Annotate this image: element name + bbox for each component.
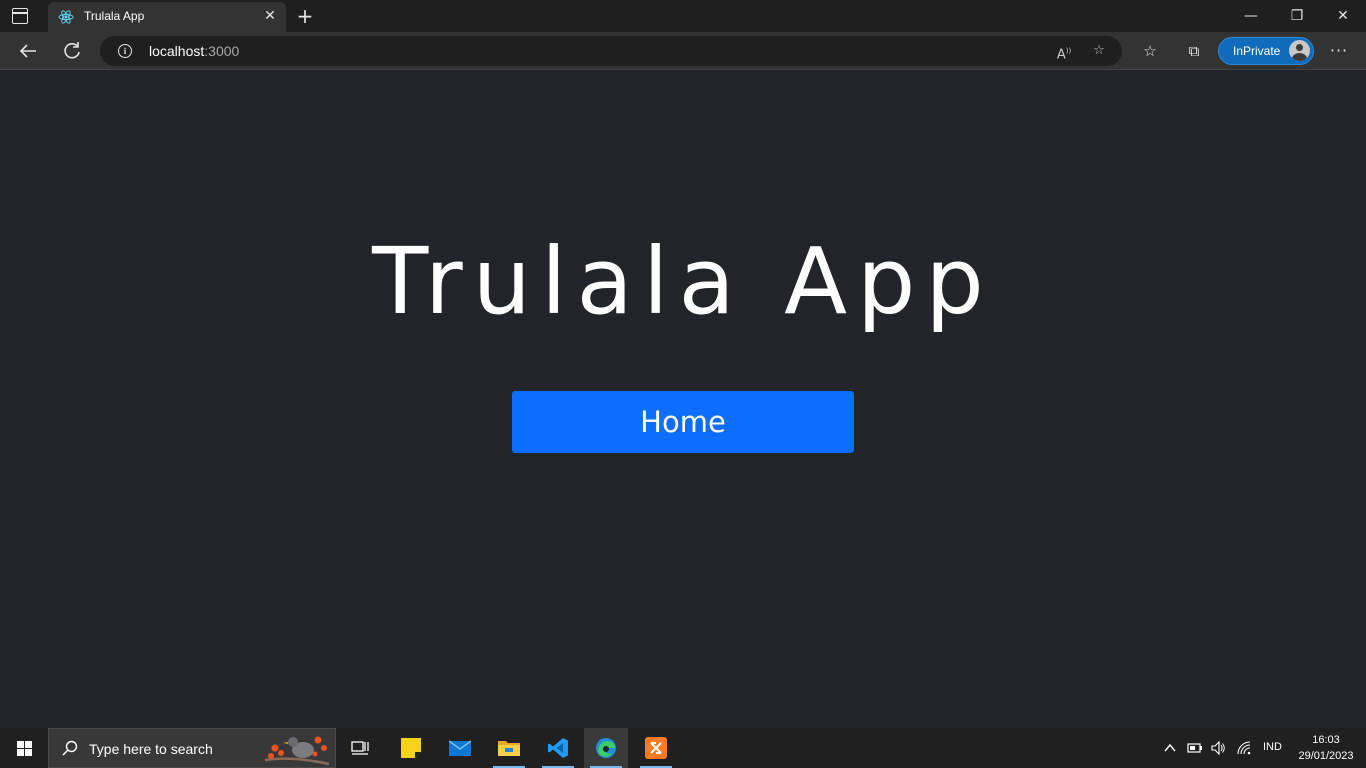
address-bar[interactable]: i localhost:3000 A)) ☆ bbox=[100, 36, 1122, 66]
windows-logo-icon bbox=[17, 741, 32, 756]
clock-time: 16:03 bbox=[1312, 734, 1340, 746]
windows-taskbar: Type here to search IND 16:03 29/01/2023 bbox=[0, 728, 1366, 768]
favorites-icon[interactable]: ☆ bbox=[1139, 40, 1161, 62]
sticky-notes-icon bbox=[401, 738, 421, 758]
folder-icon bbox=[498, 741, 520, 756]
edge-icon bbox=[596, 738, 616, 758]
url-host: localhost bbox=[149, 43, 205, 59]
xampp-button[interactable] bbox=[634, 728, 678, 768]
file-explorer-button[interactable] bbox=[487, 728, 531, 768]
back-icon[interactable] bbox=[14, 37, 42, 65]
edge-button[interactable] bbox=[584, 728, 628, 768]
tab-trulala-app[interactable]: Trulala App ✕ bbox=[48, 2, 286, 32]
minimize-button[interactable]: — bbox=[1228, 0, 1274, 32]
clock-date: 29/01/2023 bbox=[1298, 750, 1354, 762]
xampp-icon bbox=[645, 737, 667, 759]
restore-button[interactable]: ❐ bbox=[1274, 0, 1320, 32]
tab-actions-icon[interactable] bbox=[12, 8, 28, 24]
site-info-icon[interactable]: i bbox=[118, 44, 132, 58]
inprivate-label: InPrivate bbox=[1233, 44, 1281, 58]
url-text[interactable]: localhost:3000 bbox=[149, 43, 239, 59]
search-highlight-bird-icon bbox=[264, 736, 330, 766]
react-icon bbox=[58, 10, 74, 24]
search-placeholder: Type here to search bbox=[89, 741, 213, 757]
close-tab-icon[interactable]: ✕ bbox=[262, 8, 278, 24]
browser-toolbar: i localhost:3000 A)) ☆ ☆ ⧉ InPrivate ··· bbox=[0, 32, 1366, 70]
battery-icon[interactable] bbox=[1187, 740, 1203, 756]
task-view-icon bbox=[351, 741, 369, 755]
more-options-button[interactable]: ··· bbox=[1328, 39, 1350, 63]
search-icon bbox=[62, 740, 78, 756]
url-port: :3000 bbox=[204, 43, 240, 59]
refresh-icon[interactable] bbox=[58, 37, 86, 65]
vscode-icon bbox=[548, 738, 568, 758]
volume-icon[interactable] bbox=[1210, 740, 1226, 756]
input-language[interactable]: IND bbox=[1263, 741, 1282, 753]
wifi-icon[interactable] bbox=[1236, 740, 1252, 756]
home-button[interactable]: Home bbox=[512, 391, 854, 453]
taskbar-search[interactable]: Type here to search bbox=[48, 728, 336, 768]
task-view-button[interactable] bbox=[338, 728, 382, 768]
tab-title: Trulala App bbox=[84, 9, 145, 23]
vscode-button[interactable] bbox=[536, 728, 580, 768]
inprivate-button[interactable]: InPrivate bbox=[1218, 37, 1314, 65]
chevron-up-icon[interactable] bbox=[1162, 740, 1178, 756]
start-button[interactable] bbox=[0, 728, 48, 768]
add-favorite-icon[interactable]: ☆ bbox=[1089, 41, 1109, 61]
sticky-notes-button[interactable] bbox=[389, 728, 433, 768]
browser-tab-bar: Trulala App ✕ + — ❐ ✕ bbox=[0, 0, 1366, 32]
profile-avatar-icon bbox=[1289, 40, 1310, 61]
mail-icon bbox=[449, 740, 471, 756]
read-aloud-icon[interactable]: A)) bbox=[1054, 41, 1074, 62]
mail-button[interactable] bbox=[438, 728, 482, 768]
system-clock[interactable]: 16:03 29/01/2023 bbox=[1290, 732, 1362, 764]
page-content: Trulala App Home bbox=[0, 71, 1366, 728]
collections-icon[interactable]: ⧉ bbox=[1183, 40, 1205, 62]
new-tab-button[interactable]: + bbox=[296, 6, 314, 26]
close-window-button[interactable]: ✕ bbox=[1320, 0, 1366, 32]
page-title: Trulala App bbox=[372, 228, 994, 335]
